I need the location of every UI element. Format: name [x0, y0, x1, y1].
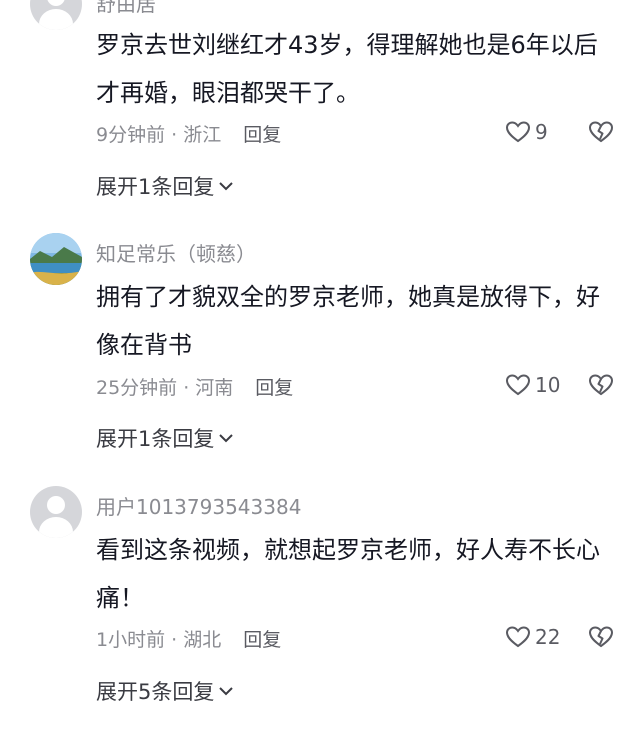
like-count: 10: [535, 373, 561, 397]
broken-heart-icon: [588, 121, 614, 143]
avatar-head: [47, 496, 65, 514]
avatar-head: [47, 0, 65, 6]
time-location: 9分钟前 · 浙江: [96, 124, 222, 146]
chevron-down-icon: [219, 182, 234, 191]
chevron-down-icon: [219, 687, 234, 696]
broken-heart-icon: [588, 626, 614, 648]
avatar[interactable]: [30, 486, 82, 538]
comment-text: 拥有了才貌双全的罗京老师，她真是放得下，好像在背书: [96, 283, 600, 359]
heart-outline-icon: [505, 121, 531, 143]
time-location: 1小时前 · 湖北: [96, 629, 222, 651]
username[interactable]: 知足常乐（顿慈）: [96, 238, 256, 267]
broken-heart-icon: [588, 374, 614, 396]
heart-outline-icon: [505, 626, 531, 648]
expand-replies-button[interactable]: 展开5条回复: [96, 676, 235, 706]
dislike-button[interactable]: [588, 373, 614, 401]
comment-text: 看到这条视频，就想起罗京老师，好人寿不长心痛！: [96, 536, 600, 612]
like-button[interactable]: 22: [505, 625, 560, 649]
like-button[interactable]: 10: [505, 373, 560, 397]
like-count: 9: [535, 120, 548, 144]
avatar-body: [39, 517, 73, 538]
expand-replies-button[interactable]: 展开1条回复: [96, 171, 235, 201]
like-button[interactable]: 9: [505, 120, 548, 144]
comment-meta: 9分钟前 · 浙江 回复: [96, 120, 281, 147]
dislike-button[interactable]: [588, 625, 614, 653]
dislike-button[interactable]: [588, 120, 614, 148]
reply-button[interactable]: 回复: [243, 124, 281, 146]
expand-replies-label: 展开1条回复: [96, 175, 215, 199]
expand-replies-label: 展开5条回复: [96, 680, 215, 704]
expand-replies-button[interactable]: 展开1条回复: [96, 423, 235, 453]
landscape-avatar-image: [30, 233, 82, 285]
username[interactable]: 舒由居: [96, 0, 156, 17]
like-count: 22: [535, 625, 561, 649]
username[interactable]: 用户1013793543384: [96, 491, 301, 520]
comment-meta: 1小时前 · 湖北 回复: [96, 625, 281, 652]
avatar-body: [39, 9, 73, 30]
avatar[interactable]: [30, 233, 82, 285]
comment-text: 罗京去世刘继红才43岁，得理解她也是6年以后才再婚，眼泪都哭干了。: [96, 31, 598, 107]
expand-replies-label: 展开1条回复: [96, 427, 215, 451]
avatar[interactable]: [30, 0, 82, 30]
time-location: 25分钟前 · 河南: [96, 377, 234, 399]
reply-button[interactable]: 回复: [255, 377, 293, 399]
comment-meta: 25分钟前 · 河南 回复: [96, 373, 293, 400]
chevron-down-icon: [219, 434, 234, 443]
reply-button[interactable]: 回复: [243, 629, 281, 651]
heart-outline-icon: [505, 374, 531, 396]
